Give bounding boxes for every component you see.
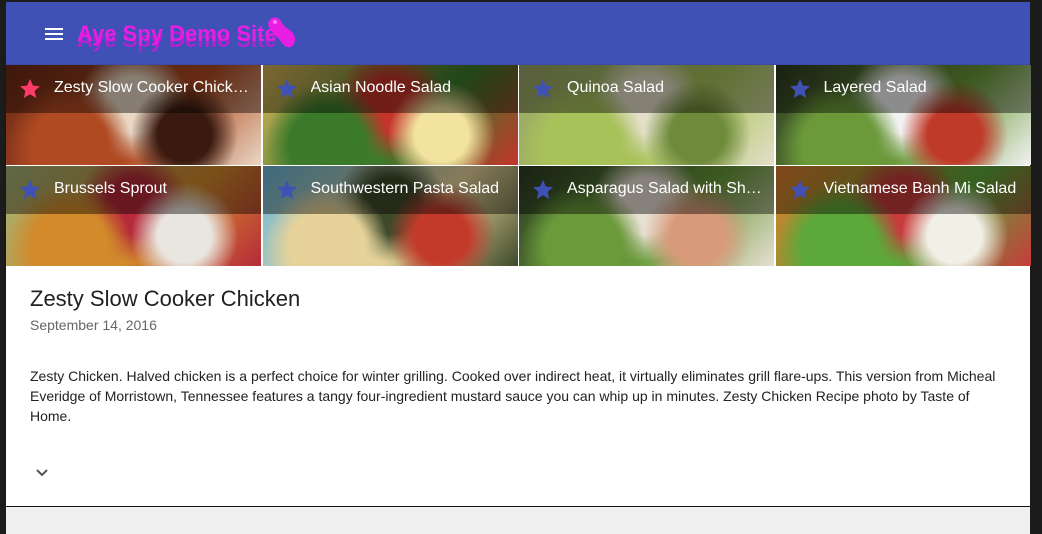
recipe-tile-label: Layered Salad <box>823 79 927 96</box>
star-icon[interactable] <box>788 178 812 202</box>
next-card-edge <box>6 507 1030 534</box>
recipe-title: Zesty Slow Cooker Chicken <box>30 286 301 311</box>
chevron-down-icon[interactable] <box>30 461 54 485</box>
recipe-date: September 14, 2016 <box>30 317 157 333</box>
recipe-grid: Zesty Slow Cooker Chicken Asian Noodle Sa… <box>6 65 1031 266</box>
star-icon[interactable] <box>531 77 555 101</box>
recipe-tile-label: Zesty Slow Cooker Chicken <box>54 79 249 96</box>
tile-title-bar: Southwestern Pasta Salad <box>262 166 518 214</box>
recipe-description: Zesty Chicken. Halved chicken is a perfe… <box>30 368 996 424</box>
recipe-tile[interactable]: Zesty Slow Cooker Chicken <box>6 65 261 165</box>
recipe-tile[interactable]: Asian Noodle Salad <box>262 65 518 165</box>
star-icon[interactable] <box>275 178 299 202</box>
recipe-tile-label: Southwestern Pasta Salad <box>310 180 500 197</box>
site-title-text: Aye Spy Demo Site <box>77 21 277 46</box>
recipe-tile[interactable]: Layered Salad <box>775 65 1031 165</box>
star-icon[interactable] <box>788 77 812 101</box>
hamburger-menu-icon[interactable] <box>42 22 66 46</box>
recipe-tile[interactable]: Vietnamese Banh Mi Salad <box>775 166 1031 266</box>
recipe-tile[interactable]: Asparagus Salad with Shrimp <box>519 166 774 266</box>
star-icon[interactable] <box>18 178 42 202</box>
recipe-tile-label: Asparagus Salad with Shrimp <box>567 180 762 197</box>
tile-title-bar: Brussels Sprout <box>6 166 261 214</box>
tile-title-bar: Asian Noodle Salad <box>262 65 518 113</box>
star-icon[interactable] <box>531 178 555 202</box>
recipe-tile[interactable]: Southwestern Pasta Salad <box>262 166 518 266</box>
star-icon[interactable] <box>275 77 299 101</box>
recipe-tile[interactable]: Quinoa Salad <box>519 65 774 165</box>
recipe-tile-label: Asian Noodle Salad <box>310 79 452 96</box>
recipe-tile-label: Quinoa Salad <box>567 79 664 96</box>
tile-title-bar: Quinoa Salad <box>519 65 774 113</box>
tile-title-bar: Layered Salad <box>775 65 1031 113</box>
tile-title-bar: Asparagus Salad with Shrimp <box>519 166 774 214</box>
spy-logo-icon <box>268 17 296 48</box>
recipe-tile-label: Vietnamese Banh Mi Salad <box>823 180 1017 197</box>
tile-title-bar: Zesty Slow Cooker Chicken <box>6 65 261 113</box>
recipe-tile-label: Brussels Sprout <box>54 180 167 197</box>
recipe-card: Zesty Slow Cooker Chicken Asian Noodle Sa… <box>6 65 1031 506</box>
recipe-tile[interactable]: Brussels Sprout <box>6 166 261 266</box>
tile-title-bar: Vietnamese Banh Mi Salad <box>775 166 1031 214</box>
app-toolbar: Aye Spy Demo Site Aye Spy Demo Site <box>6 2 1030 65</box>
star-icon[interactable] <box>18 77 42 101</box>
